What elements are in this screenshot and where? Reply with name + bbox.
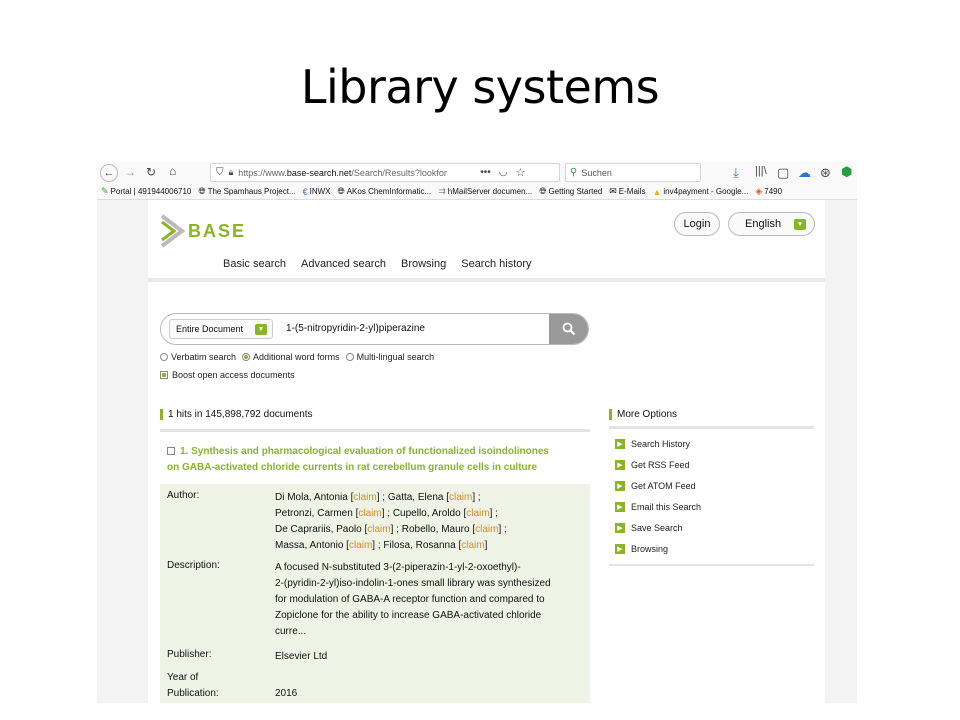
globe-icon: 🌐︎ [539, 186, 547, 196]
nav-divider [148, 278, 825, 282]
inwx-icon: € [302, 186, 308, 197]
search-button[interactable] [549, 314, 588, 344]
base-logo-icon [160, 214, 186, 248]
bookmark-item[interactable]: ✉ E-Mails [609, 186, 645, 197]
arrow-right-icon: ▶ [615, 459, 625, 470]
forward-icon[interactable]: → [124, 165, 136, 179]
more-option-rss[interactable]: ▶ Get RSS Feed [609, 454, 814, 475]
claim-link[interactable]: claim [358, 508, 381, 519]
browser-window: ← → ↻ ⌂ ⛉ 🔒︎ https://www.base-search.net… [97, 162, 857, 703]
account-icon[interactable]: ⊛ [820, 165, 831, 181]
globe-icon: 🌐︎ [337, 186, 345, 196]
browser-toolbar: ← → ↻ ⌂ ⛉ 🔒︎ https://www.base-search.net… [97, 162, 857, 184]
result-title[interactable]: 1. Synthesis and pharmacological evaluat… [167, 444, 587, 476]
hits-count: 1 hits in 145,898,792 documents [160, 409, 313, 420]
more-option-save[interactable]: ▶ Save Search [609, 517, 814, 538]
search-icon: ⚲ [570, 167, 578, 178]
base-logo[interactable]: BASE [160, 214, 246, 248]
arrow-right-icon: ▶ [615, 543, 625, 554]
result-checkbox[interactable] [167, 447, 175, 455]
extension-icon[interactable]: ⬢ [841, 164, 852, 180]
more-options-bottom-divider [609, 564, 814, 566]
more-option-email[interactable]: ▶ Email this Search [609, 496, 814, 517]
more-options-heading: More Options [609, 409, 814, 420]
multilingual-radio[interactable] [345, 353, 354, 361]
boost-option: Boost open access documents [160, 370, 295, 380]
bookmarks-bar: ✎ Portal | 491944006710 🌐︎ The Spamhaus Pr… [97, 184, 857, 200]
word-forms-radio[interactable] [242, 353, 251, 361]
reload-icon[interactable]: ↻ [146, 165, 156, 179]
slide-title: Library systems [300, 60, 660, 114]
language-label: English [745, 218, 782, 230]
globe-icon: 🌐︎ [198, 186, 206, 196]
description-text: A focused N-substituted 3-(2-piperazin-1… [275, 562, 551, 637]
nav-basic-search[interactable]: Basic search [223, 258, 286, 270]
arrow-right-icon: ▶ [615, 522, 625, 533]
claim-link[interactable]: claim [367, 524, 390, 535]
chevron-down-icon: ▼ [794, 219, 806, 230]
verbatim-radio[interactable] [160, 353, 168, 361]
base-page: BASE Login English ▼ Basic search Advanc… [148, 200, 825, 703]
claim-link[interactable]: claim [466, 508, 489, 519]
download-icon[interactable]: ⤓ [733, 165, 739, 181]
boost-checkbox[interactable] [160, 371, 168, 379]
leaf-icon: ✎ [101, 186, 109, 196]
arrow-right-icon: ▶ [615, 480, 625, 491]
router-icon: ◈ [755, 186, 763, 196]
language-select[interactable]: English ▼ [728, 212, 815, 236]
shield-icon: ⛉ [216, 167, 224, 178]
arrow-right-icon: ▶ [615, 438, 625, 449]
mail-server-icon: ⇉ [438, 186, 446, 196]
bookmark-item[interactable]: ▲ inv4payment - Google... [652, 187, 748, 197]
back-icon[interactable]: ← [100, 164, 118, 182]
base-logo-text: BASE [188, 220, 247, 241]
more-option-browsing[interactable]: ▶ Browsing [609, 538, 814, 559]
bookmark-item[interactable]: ⇉ hMailServer documen... [438, 186, 532, 197]
home-icon[interactable]: ⌂ [169, 164, 176, 178]
claim-link[interactable]: claim [461, 540, 484, 551]
bookmark-item[interactable]: ◈ 7490 [755, 186, 782, 197]
claim-link[interactable]: claim [349, 540, 372, 551]
more-options-list: ▶ Search History ▶ Get RSS Feed ▶ Get ATOM … [609, 433, 814, 559]
more-option-atom[interactable]: ▶ Get ATOM Feed [609, 475, 814, 496]
nav-search-history[interactable]: Search history [461, 258, 531, 270]
search-box: Entire Document ▼ 1-(5-nitropyridin-2-yl… [160, 313, 589, 345]
nav-advanced-search[interactable]: Advanced search [301, 258, 386, 270]
author-list: Di Mola, Antonia [claim] ; Gatta, Elena … [275, 492, 507, 551]
sidebar-icon[interactable]: ▢ [777, 165, 789, 181]
lock-icon: 🔒︎ [228, 167, 234, 177]
claim-link[interactable]: claim [475, 524, 498, 535]
url-text: https://www.base-search.net/Search/Resul… [238, 167, 447, 178]
bookmark-item[interactable]: € INWX [303, 187, 331, 197]
star-icon[interactable]: ☆ [516, 166, 526, 179]
claim-link[interactable]: claim [449, 492, 472, 503]
drive-icon: ▲ [652, 186, 662, 197]
more-icon[interactable]: ••• [480, 167, 491, 178]
more-option-search-history[interactable]: ▶ Search History [609, 433, 814, 454]
result-metadata: Author: Di Mola, Antonia [claim] ; Gatta… [160, 484, 590, 703]
bookmark-item[interactable]: 🌐︎ Getting Started [539, 186, 602, 197]
url-bar[interactable]: ⛉ 🔒︎ https://www.base-search.net/Search/… [210, 163, 560, 182]
results-divider [160, 429, 590, 432]
bookmark-item[interactable]: 🌐︎ AKos ChemInformatic... [338, 186, 432, 197]
search-icon [562, 322, 575, 336]
mail-icon: ✉ [609, 186, 617, 196]
arrow-right-icon: ▶ [615, 501, 625, 512]
main-nav: Basic search Advanced search Browsing Se… [223, 258, 547, 270]
search-options: Verbatim search Additional word forms Mu… [160, 352, 434, 362]
cloud-icon[interactable]: ☁ [798, 165, 811, 181]
bookmark-item[interactable]: 🌐︎ The Spamhaus Project... [198, 186, 295, 197]
claim-link[interactable]: claim [353, 492, 376, 503]
pocket-icon[interactable]: ◡ [499, 167, 508, 178]
more-options-divider [609, 426, 814, 429]
library-icon[interactable]: |||\ [755, 165, 767, 177]
nav-browsing[interactable]: Browsing [401, 258, 446, 270]
search-scope-select[interactable]: Entire Document ▼ [169, 319, 273, 339]
search-input[interactable]: 1-(5-nitropyridin-2-yl)piperazine [286, 323, 425, 334]
bookmark-item[interactable]: ✎ Portal | 491944006710 [101, 186, 191, 197]
chevron-down-icon: ▼ [255, 324, 267, 335]
login-button[interactable]: Login [674, 212, 720, 236]
browser-search-input[interactable]: ⚲ Suchen [565, 163, 701, 182]
